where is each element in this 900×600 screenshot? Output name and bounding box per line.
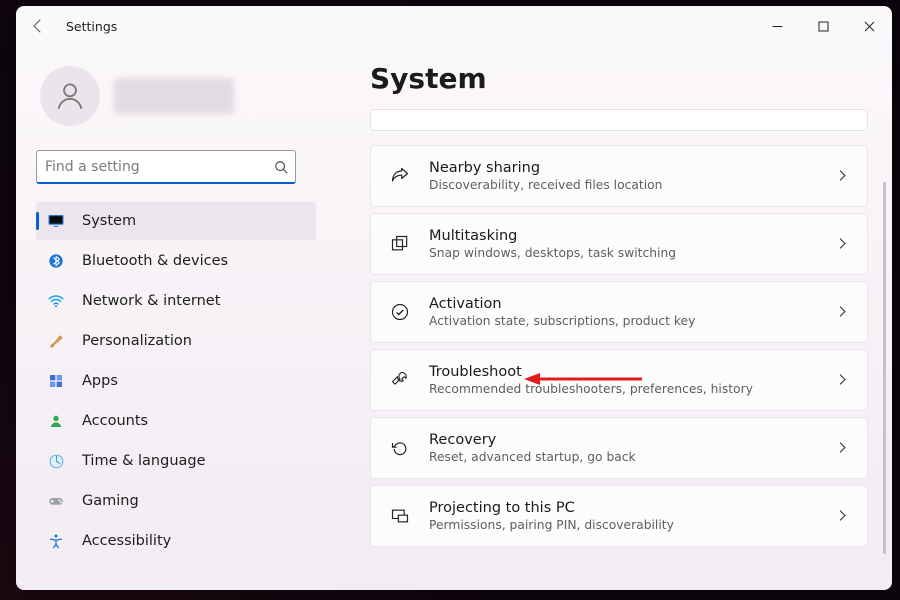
sidebar-item-network[interactable]: Network & internet — [36, 282, 316, 320]
card-recovery[interactable]: Recovery Reset, advanced startup, go bac… — [370, 417, 868, 479]
gamepad-icon — [46, 492, 66, 510]
check-circle-icon — [389, 302, 411, 322]
sidebar-item-label: Bluetooth & devices — [82, 253, 228, 269]
search-input[interactable] — [36, 150, 296, 184]
card-text: Activation Activation state, subscriptio… — [429, 296, 818, 328]
wifi-icon — [46, 292, 66, 310]
sidebar: System Bluetooth & devices Network & int… — [16, 46, 336, 590]
sidebar-item-label: Network & internet — [82, 293, 220, 309]
card-text: Nearby sharing Discoverability, received… — [429, 160, 818, 192]
sidebar-item-bluetooth[interactable]: Bluetooth & devices — [36, 242, 316, 280]
card-subtitle: Snap windows, desktops, task switching — [429, 246, 818, 260]
sidebar-item-gaming[interactable]: Gaming — [36, 482, 316, 520]
card-subtitle: Activation state, subscriptions, product… — [429, 314, 818, 328]
card-text: Projecting to this PC Permissions, pairi… — [429, 500, 818, 532]
close-button[interactable] — [846, 11, 892, 41]
search-icon — [274, 159, 288, 178]
sidebar-nav: System Bluetooth & devices Network & int… — [36, 202, 316, 560]
sidebar-item-label: Time & language — [82, 453, 206, 469]
sidebar-item-label: System — [82, 213, 136, 229]
account-header[interactable] — [36, 58, 316, 146]
sidebar-item-accessibility[interactable]: Accessibility — [36, 522, 316, 560]
apps-icon — [46, 373, 66, 389]
avatar — [40, 66, 100, 126]
card-nearby-sharing[interactable]: Nearby sharing Discoverability, received… — [370, 145, 868, 207]
person-icon — [46, 413, 66, 429]
sidebar-item-label: Gaming — [82, 493, 139, 509]
card-title: Recovery — [429, 432, 818, 448]
chevron-right-icon — [836, 167, 849, 186]
titlebar-left: Settings — [28, 16, 117, 36]
card-title: Nearby sharing — [429, 160, 818, 176]
maximize-button[interactable] — [800, 11, 846, 41]
wrench-icon — [389, 370, 411, 390]
sidebar-item-accounts[interactable]: Accounts — [36, 402, 316, 440]
accessibility-icon — [46, 533, 66, 549]
chevron-right-icon — [836, 303, 849, 322]
window-controls — [754, 11, 892, 41]
minimize-button[interactable] — [754, 11, 800, 41]
sidebar-item-label: Apps — [82, 373, 118, 389]
bluetooth-icon — [46, 253, 66, 269]
card-multitasking[interactable]: Multitasking Snap windows, desktops, tas… — [370, 213, 868, 275]
paintbrush-icon — [46, 333, 66, 350]
card-text: Multitasking Snap windows, desktops, tas… — [429, 228, 818, 260]
card-title: Projecting to this PC — [429, 500, 818, 516]
partial-card-top[interactable] — [370, 109, 868, 131]
card-activation[interactable]: Activation Activation state, subscriptio… — [370, 281, 868, 343]
window-body: System Bluetooth & devices Network & int… — [16, 46, 892, 590]
globe-clock-icon — [46, 453, 66, 470]
card-title: Multitasking — [429, 228, 818, 244]
chevron-right-icon — [836, 439, 849, 458]
search-wrap — [36, 150, 316, 184]
recovery-icon — [389, 438, 411, 458]
sidebar-item-personalization[interactable]: Personalization — [36, 322, 316, 360]
card-title: Activation — [429, 296, 818, 312]
multitask-icon — [389, 234, 411, 254]
main-pane: System Nearby sharing Discoverability, r… — [336, 46, 892, 590]
chevron-right-icon — [836, 235, 849, 254]
card-subtitle: Discoverability, received files location — [429, 178, 818, 192]
account-name-redacted — [114, 78, 234, 114]
sidebar-item-label: Personalization — [82, 333, 192, 349]
sidebar-item-label: Accounts — [82, 413, 148, 429]
titlebar: Settings — [16, 6, 892, 46]
page-title: System — [370, 62, 868, 95]
annotation-arrow — [524, 370, 644, 388]
chevron-right-icon — [836, 507, 849, 526]
sidebar-item-apps[interactable]: Apps — [36, 362, 316, 400]
chevron-right-icon — [836, 371, 849, 390]
share-icon — [389, 166, 411, 186]
card-subtitle: Reset, advanced startup, go back — [429, 450, 818, 464]
settings-window: Settings — [16, 6, 892, 590]
sidebar-item-time-language[interactable]: Time & language — [36, 442, 316, 480]
project-icon — [389, 506, 411, 526]
sidebar-item-label: Accessibility — [82, 533, 171, 549]
card-subtitle: Permissions, pairing PIN, discoverabilit… — [429, 518, 818, 532]
app-title: Settings — [66, 19, 117, 34]
scrollbar[interactable] — [883, 182, 886, 554]
back-button[interactable] — [28, 16, 48, 36]
card-text: Recovery Reset, advanced startup, go bac… — [429, 432, 818, 464]
sidebar-item-system[interactable]: System — [36, 202, 316, 240]
card-projecting[interactable]: Projecting to this PC Permissions, pairi… — [370, 485, 868, 547]
display-icon — [46, 212, 66, 230]
